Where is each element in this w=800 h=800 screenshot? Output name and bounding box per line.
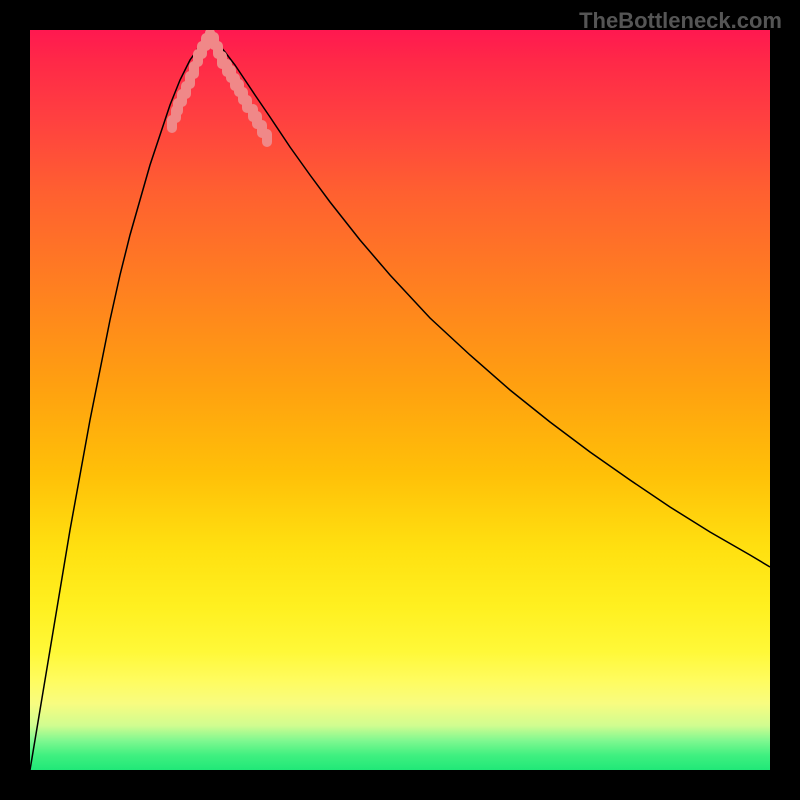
chart-svg	[30, 30, 770, 770]
watermark-text: TheBottleneck.com	[579, 8, 782, 34]
curve-right-curve	[210, 35, 770, 567]
plot-gradient-background	[30, 30, 770, 770]
curve-left-curve	[30, 35, 210, 770]
data-marker	[262, 129, 272, 147]
